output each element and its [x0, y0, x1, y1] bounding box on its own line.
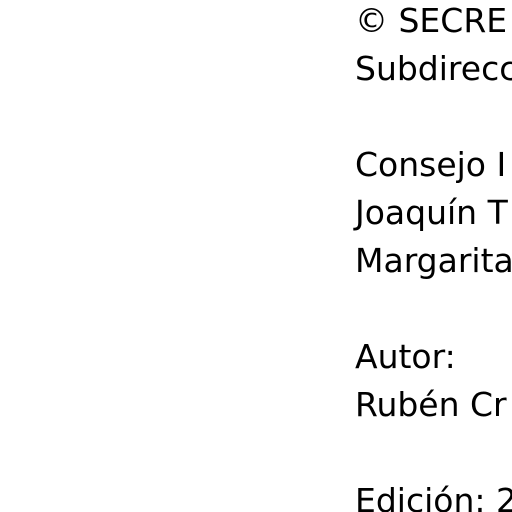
copyright-line: © SECRE: [355, 1, 508, 40]
council-member-line: Joaquín T: [355, 193, 508, 232]
author-name-line: Rubén Cr: [355, 385, 507, 424]
subdirection-line: Subdirecc: [355, 49, 512, 88]
council-line: Consejo I: [355, 145, 507, 184]
author-label-line: Autor:: [355, 337, 456, 376]
document-page: © SECRE Subdirecc Consejo I Joaquín T Ma…: [0, 0, 512, 512]
edition-line: Edición: 2: [355, 481, 512, 512]
credits-text-block: © SECRE Subdirecc Consejo I Joaquín T Ma…: [355, 0, 512, 512]
council-member-line: Margarita: [355, 241, 512, 280]
